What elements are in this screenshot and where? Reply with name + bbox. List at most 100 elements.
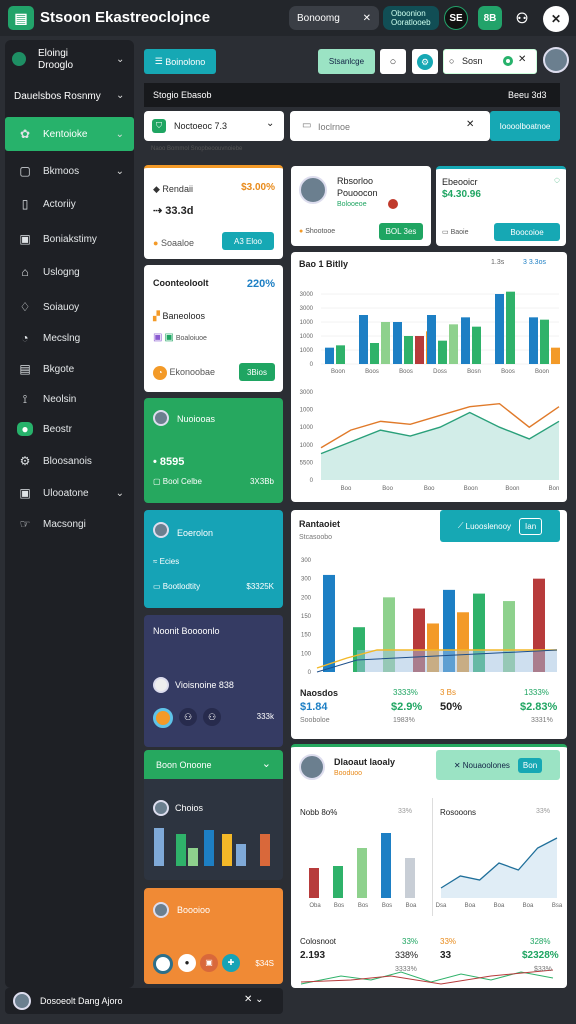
card-sub: ≈ Ecies — [153, 557, 180, 566]
sidebar-item-kentoioke[interactable]: ✿ Kentoioke ⌄ — [5, 117, 134, 151]
y-tick-label: 0 — [308, 670, 312, 676]
sidebar-item-macsongi[interactable]: ☞ Macsongi — [5, 509, 134, 539]
profile-sub: Bolooeoe — [337, 201, 367, 208]
user-icon[interactable]: ⚇ — [179, 708, 197, 726]
box-icon: ▢ — [19, 164, 31, 178]
avatar[interactable] — [543, 47, 569, 73]
sidebar-item-soiauoy[interactable]: ♢ Soiauoy — [5, 292, 134, 322]
green-button[interactable]: 8B — [478, 6, 502, 30]
profile-button[interactable]: BOL 3es — [379, 223, 423, 240]
sidebar-item-boniakstimy[interactable]: ▣ Boniakstimy — [5, 224, 134, 254]
dark-card[interactable]: Boon Onoone ⌄ Choios — [144, 750, 283, 880]
card-button[interactable]: 3Bios — [239, 363, 275, 381]
bar-chart-1: 3000 3000 1000 1000 1000 0 Boon Boos Boos Doss Bos… — [300, 291, 560, 492]
sidebar-section[interactable]: Dauelsbos Rosnmy — [14, 91, 101, 102]
card-value-text: 8595 — [159, 456, 185, 468]
x-tick-label: Boon — [535, 369, 549, 375]
profile-card[interactable]: Rbsorloo Pouoocon Bolooeoe ● Shootooe BO… — [291, 166, 431, 246]
circle-icon[interactable]: ● — [178, 954, 196, 972]
card-sub1-text: Baneoloos — [162, 311, 205, 321]
sidebar-item-label: Bkmoos — [43, 165, 80, 177]
card-sub: Vioisnoine 838 — [175, 680, 234, 690]
card-pct: $3.00% — [241, 182, 275, 193]
sidebar-item-bkgote[interactable]: ▤ Bkgote — [5, 354, 134, 384]
card-extra: 333k — [256, 712, 274, 721]
bar — [336, 345, 345, 364]
teal-card[interactable]: Eoerolon ≈ Ecies ▭ Bootlodtity $3325K — [144, 510, 283, 608]
chart-icon[interactable] — [153, 708, 173, 728]
navy-card[interactable]: Noonit Boooonlo Vioisnoine 838 ⚇ ⚇ 333k — [144, 615, 283, 747]
orange-card[interactable]: Boooioo ● ▣ ✚ $34S — [144, 888, 283, 984]
mini-bar — [188, 848, 198, 866]
user-icon[interactable]: ⚇ — [510, 6, 534, 30]
close-icon[interactable]: ✕ — [363, 13, 371, 24]
chevron-down-icon[interactable]: ⌄ — [116, 54, 124, 65]
avatar — [153, 522, 169, 538]
sidebar-item-beostr[interactable]: ● Beostr — [5, 414, 134, 444]
dark-button[interactable]: SE — [444, 6, 468, 30]
y-tick-label: 150 — [301, 614, 312, 620]
bottom-s3-pct2: $2328% — [522, 950, 559, 961]
content-card[interactable]: Coonteoloolt 220% ▞ Baneoloos ▣ ▣ Boaloi… — [144, 265, 283, 392]
chart-icon[interactable] — [153, 954, 173, 974]
list-icon: ☰ — [154, 56, 166, 66]
y-tick-label: 5500 — [300, 460, 314, 466]
card-title-text: Rendaii — [162, 184, 193, 194]
circle-icon[interactable]: ○ — [380, 49, 406, 74]
new-button[interactable]: ☰ Boinolono — [144, 49, 216, 74]
stat-b-value2: $2.9% — [391, 701, 423, 713]
close-icon[interactable]: ✕ — [518, 54, 526, 65]
chevron-down-icon[interactable]: ⌄ — [116, 90, 124, 101]
status-dot-icon — [388, 199, 398, 209]
y-tick-label: 3000 — [300, 292, 314, 298]
bell-icon: ♢ — [19, 300, 31, 314]
green-card[interactable]: Nuoiooas • 8595 ▢ Bool Celbe 3X3Bb — [144, 398, 283, 503]
topbar-status-pill[interactable]: Oboonion Ooratlooeb — [383, 6, 439, 30]
close-icon[interactable]: ✕ — [466, 119, 474, 130]
sidebar-item-mecslng[interactable]: ◔ Mecslng — [5, 323, 134, 353]
card-status-text: Ekonoobae — [169, 367, 216, 377]
card-extra: $3325K — [246, 582, 274, 591]
close-icon[interactable]: ✕ — [543, 6, 569, 32]
person-icon[interactable]: ⚇ — [203, 708, 221, 726]
bar — [323, 574, 335, 672]
apply-button[interactable]: Ioooolboatnoe — [490, 111, 560, 141]
chevron-down-icon[interactable]: ⌄ — [262, 757, 271, 770]
chevron-down-icon: ⌄ — [266, 118, 275, 129]
metric-card[interactable]: ◆ Rendaii $3.00% ⇢ 33.3d ● Soaaloe A3 El… — [144, 165, 283, 259]
sidebar-item-ulooatone[interactable]: ▣ Ulooatone ⌄ — [5, 478, 134, 508]
filter-button[interactable]: Stsanlcge — [318, 49, 375, 74]
close-icon[interactable]: ✕ ⌄ — [244, 994, 264, 1005]
stat-c-value: 3 Bs — [440, 688, 457, 697]
sidebar-item-actoriiy[interactable]: ▯ Actoriiy — [5, 189, 134, 219]
card-button[interactable]: A3 Eloo — [222, 232, 274, 250]
bar — [309, 868, 319, 898]
settings-icon: ✿ — [19, 127, 31, 141]
card-extra: $34S — [255, 959, 274, 968]
sidebar-item-label: Neolsin — [43, 393, 77, 405]
bar — [461, 317, 470, 364]
stat-button[interactable]: Boocoioe — [494, 223, 560, 241]
sidebar-item-bloosanois[interactable]: ⚙ Bloosanois — [5, 446, 134, 476]
x-tick-label: Bosn — [467, 369, 481, 375]
plus-icon[interactable]: ✚ — [222, 954, 240, 972]
chevron-down-icon: ⌄ — [115, 487, 124, 499]
bar — [506, 291, 515, 364]
topbar-pill[interactable]: Bonoomg ✕ — [289, 6, 379, 30]
status-icon — [503, 56, 513, 66]
workspace-icon — [12, 52, 26, 66]
search-value: Sosn — [462, 56, 483, 66]
sidebar-item-neolsin[interactable]: ⟟ Neolsin — [5, 384, 134, 414]
refresh-icon[interactable]: ◌ — [554, 175, 560, 186]
y-tick-label: 300 — [301, 558, 312, 564]
settings-icon[interactable]: ⚙ — [412, 49, 438, 74]
y-tick-label: 3000 — [300, 306, 314, 312]
sidebar-item-uslogng[interactable]: ⌂ Uslogng — [5, 257, 134, 287]
bar — [404, 336, 413, 364]
sidebar-item-bkmoos[interactable]: ▢ Bkmoos ⌄ — [5, 156, 134, 186]
workspace-name[interactable]: Eloingi Drooglo — [38, 48, 73, 72]
stat-card[interactable]: Ebeooicr ◌ $4.30.96 ▭ Baoie Boocoioe — [436, 166, 566, 246]
mini-bar — [154, 828, 164, 866]
x-tick-label: Bos — [358, 903, 368, 909]
grid-icon[interactable]: ▣ — [200, 954, 218, 972]
